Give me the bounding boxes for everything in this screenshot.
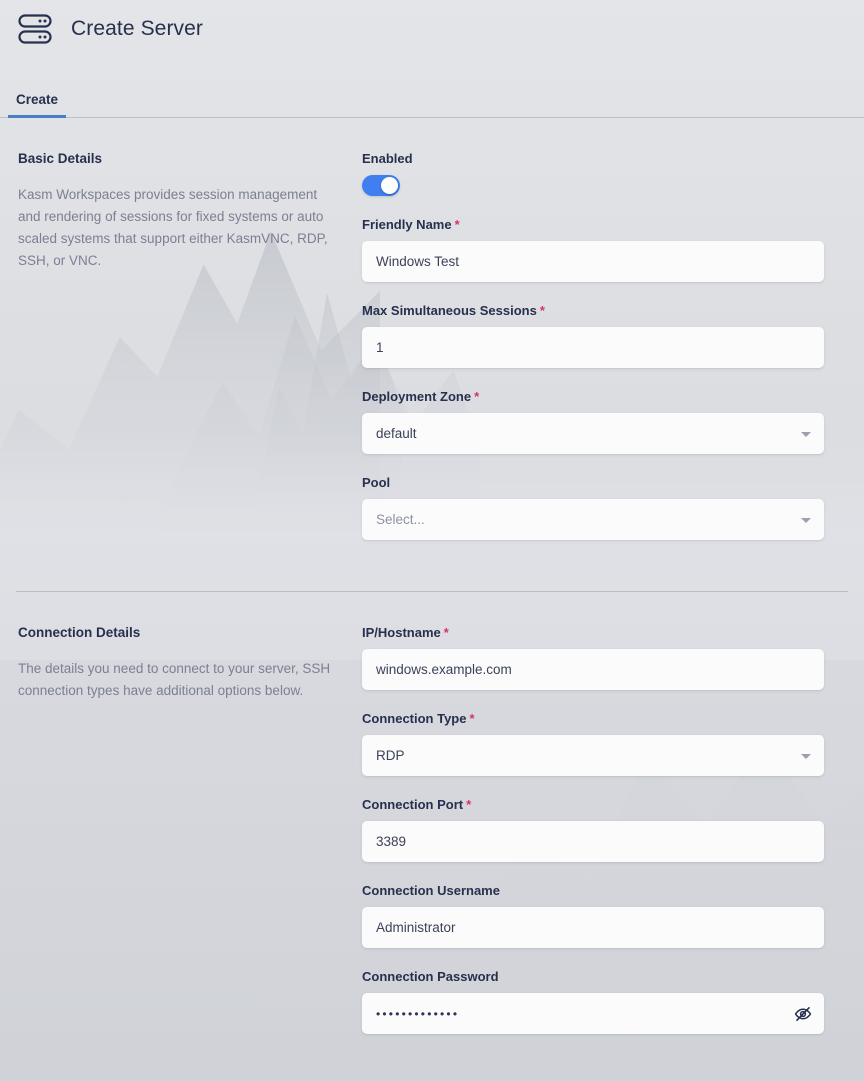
label-connection-username-text: Connection Username bbox=[362, 883, 500, 898]
ip-hostname-value: windows.example.com bbox=[376, 662, 512, 677]
required-asterisk: * bbox=[474, 389, 480, 404]
label-enabled-text: Enabled bbox=[362, 151, 413, 166]
section-basic-details-info: Basic Details Kasm Workspaces provides s… bbox=[16, 151, 362, 561]
label-friendly-name-text: Friendly Name bbox=[362, 217, 452, 232]
section-description-connection-details: The details you need to connect to your … bbox=[18, 661, 331, 698]
label-max-sessions-text: Max Simultaneous Sessions bbox=[362, 303, 537, 318]
field-deployment-zone: Deployment Zone * default bbox=[362, 389, 824, 454]
connection-password-input[interactable]: ••••••••••••• bbox=[362, 993, 824, 1034]
label-connection-password-text: Connection Password bbox=[362, 969, 499, 984]
section-title-connection-details: Connection Details bbox=[18, 625, 141, 640]
connection-type-value: RDP bbox=[376, 748, 405, 763]
section-title-basic-details: Basic Details bbox=[18, 151, 103, 166]
connection-port-value: 3389 bbox=[376, 834, 407, 849]
label-deployment-zone-text: Deployment Zone bbox=[362, 389, 472, 404]
field-friendly-name: Friendly Name * Windows Test bbox=[362, 217, 824, 282]
deployment-zone-select[interactable]: default bbox=[362, 413, 824, 454]
field-ip-hostname: IP/Hostname * windows.example.com bbox=[362, 625, 824, 690]
connection-password-value: ••••••••••••• bbox=[376, 1006, 460, 1021]
toggle-knob bbox=[381, 177, 398, 194]
label-connection-username: Connection Username bbox=[362, 883, 824, 898]
ip-hostname-input[interactable]: windows.example.com bbox=[362, 649, 824, 690]
label-friendly-name: Friendly Name * bbox=[362, 217, 824, 232]
section-basic-details-fields: Enabled Friendly Name * Windows Test Max … bbox=[362, 151, 824, 561]
friendly-name-input[interactable]: Windows Test bbox=[362, 241, 824, 282]
label-connection-port: Connection Port * bbox=[362, 797, 824, 812]
field-connection-type: Connection Type * RDP bbox=[362, 711, 824, 776]
server-icon bbox=[16, 11, 54, 47]
field-connection-port: Connection Port * 3389 bbox=[362, 797, 824, 862]
field-connection-password: Connection Password ••••••••••••• bbox=[362, 969, 824, 1034]
eye-slash-icon[interactable] bbox=[794, 1005, 812, 1023]
friendly-name-value: Windows Test bbox=[376, 254, 460, 269]
label-pool-text: Pool bbox=[362, 475, 391, 490]
field-max-sessions: Max Simultaneous Sessions * 1 bbox=[362, 303, 824, 368]
label-deployment-zone: Deployment Zone * bbox=[362, 389, 824, 404]
field-connection-username: Connection Username Administrator bbox=[362, 883, 824, 948]
label-connection-password: Connection Password bbox=[362, 969, 824, 984]
required-asterisk: * bbox=[454, 217, 460, 232]
connection-type-select[interactable]: RDP bbox=[362, 735, 824, 776]
label-ip-hostname: IP/Hostname * bbox=[362, 625, 824, 640]
label-enabled: Enabled bbox=[362, 151, 824, 166]
section-basic-details: Basic Details Kasm Workspaces provides s… bbox=[0, 118, 864, 561]
chevron-down-icon bbox=[801, 517, 811, 523]
required-asterisk: * bbox=[443, 625, 449, 640]
chevron-down-icon bbox=[801, 753, 811, 759]
connection-username-value: Administrator bbox=[376, 920, 456, 935]
connection-port-input[interactable]: 3389 bbox=[362, 821, 824, 862]
label-connection-type: Connection Type * bbox=[362, 711, 824, 726]
deployment-zone-value: default bbox=[376, 426, 417, 441]
label-connection-type-text: Connection Type bbox=[362, 711, 467, 726]
tab-create[interactable]: Create bbox=[8, 92, 67, 118]
chevron-down-icon bbox=[801, 431, 811, 437]
label-max-sessions: Max Simultaneous Sessions * bbox=[362, 303, 824, 318]
field-enabled: Enabled bbox=[362, 151, 824, 196]
page-header: Create Server bbox=[0, 0, 864, 58]
enabled-toggle[interactable] bbox=[362, 175, 400, 196]
section-description-basic-details: Kasm Workspaces provides session managem… bbox=[18, 187, 328, 268]
max-sessions-value: 1 bbox=[376, 340, 384, 355]
connection-username-input[interactable]: Administrator bbox=[362, 907, 824, 948]
pool-select[interactable]: Select... bbox=[362, 499, 824, 540]
required-asterisk: * bbox=[469, 711, 475, 726]
page-title: Create Server bbox=[71, 17, 204, 40]
section-connection-details: Connection Details The details you need … bbox=[0, 592, 864, 1055]
label-ip-hostname-text: IP/Hostname bbox=[362, 625, 441, 640]
tab-bar: Create bbox=[0, 58, 864, 118]
label-pool: Pool bbox=[362, 475, 824, 490]
required-asterisk: * bbox=[466, 797, 472, 812]
section-connection-details-fields: IP/Hostname * windows.example.com Connect… bbox=[362, 625, 824, 1055]
pool-placeholder: Select... bbox=[376, 512, 425, 527]
label-connection-port-text: Connection Port bbox=[362, 797, 464, 812]
section-connection-details-info: Connection Details The details you need … bbox=[16, 625, 362, 1055]
required-asterisk: * bbox=[539, 303, 545, 318]
max-sessions-input[interactable]: 1 bbox=[362, 327, 824, 368]
field-pool: Pool Select... bbox=[362, 475, 824, 540]
